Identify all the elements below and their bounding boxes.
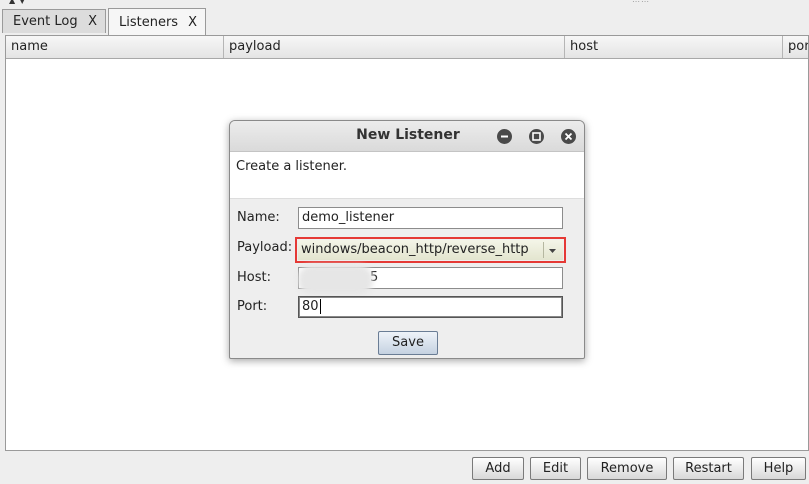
tab-close-icon[interactable]: X [88, 14, 97, 29]
new-listener-dialog: New Listener Create a listener. Name: de… [229, 120, 585, 359]
help-button[interactable]: Help [751, 457, 806, 480]
maximize-icon[interactable] [529, 129, 544, 144]
payload-value: windows/beacon_http/reverse_http [301, 242, 529, 257]
tab-listeners[interactable]: Listeners X [108, 8, 206, 35]
table-header: name payload host port [6, 36, 808, 59]
payload-highlight: windows/beacon_http/reverse_http [295, 237, 566, 263]
description-text: Create a listener. [236, 159, 348, 174]
port-label: Port: [237, 299, 268, 314]
text-caret [319, 299, 321, 314]
host-label: Host: [237, 270, 271, 285]
scroll-arrows-icon[interactable]: ▲▼ [9, 0, 29, 5]
splitter-grip[interactable]: ⋯⋯ [632, 0, 650, 6]
close-icon[interactable] [561, 129, 576, 144]
payload-select[interactable]: windows/beacon_http/reverse_http [298, 240, 563, 260]
minimize-icon[interactable] [497, 129, 512, 144]
top-strip: ▲▼ ⋯⋯ [0, 0, 809, 8]
column-header-payload[interactable]: payload [224, 36, 565, 58]
name-field[interactable]: demo_listener [298, 207, 563, 229]
restart-button[interactable]: Restart [673, 457, 744, 480]
port-value: 80 [302, 299, 319, 314]
port-field[interactable]: 80 [298, 296, 563, 318]
save-button[interactable]: Save [378, 331, 438, 355]
column-header-port[interactable]: port [783, 36, 808, 58]
edit-button[interactable]: Edit [530, 457, 581, 480]
tab-bar: Event Log X Listeners X [0, 8, 809, 35]
dialog-description: Create a listener. [230, 152, 584, 199]
column-header-name[interactable]: name [6, 36, 224, 58]
name-value: demo_listener [302, 210, 395, 225]
add-button[interactable]: Add [472, 457, 524, 480]
tab-close-icon[interactable]: X [188, 15, 197, 30]
dropdown-arrow-icon[interactable] [543, 242, 561, 258]
tab-label: Event Log [13, 14, 78, 29]
redaction-blur [298, 265, 373, 295]
remove-button[interactable]: Remove [587, 457, 667, 480]
column-header-host[interactable]: host [565, 36, 783, 58]
tab-event-log[interactable]: Event Log X [2, 9, 106, 33]
tab-label: Listeners [119, 14, 179, 30]
dialog-titlebar[interactable]: New Listener [230, 121, 584, 152]
payload-label: Payload: [237, 240, 293, 255]
name-label: Name: [237, 210, 280, 225]
